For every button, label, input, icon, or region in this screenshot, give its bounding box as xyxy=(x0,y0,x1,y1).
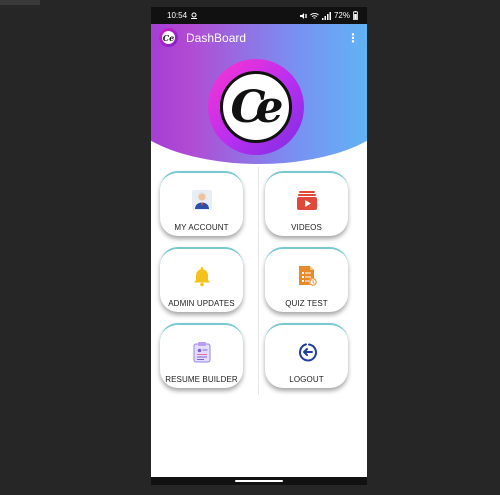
carrier-icon xyxy=(191,12,198,19)
admin-updates-button[interactable]: ADMIN UPDATES xyxy=(160,247,243,312)
system-nav-bar xyxy=(151,477,367,485)
home-indicator[interactable] xyxy=(235,480,283,482)
my-account-label: MY ACCOUNT xyxy=(174,223,229,232)
battery-icon xyxy=(353,11,358,20)
quiz-document-icon xyxy=(298,266,317,286)
battery-percent: 72% xyxy=(333,11,350,20)
app-bar: Ce DashBoard ⋮ xyxy=(151,24,367,51)
mute-icon xyxy=(299,12,307,19)
app-logo-small: Ce xyxy=(159,28,178,47)
user-account-icon xyxy=(191,190,212,210)
overflow-menu-icon[interactable]: ⋮ xyxy=(347,31,359,45)
phone-screen: 10:54 72% Ce DashBoard ⋮ Ce MY ACCOUNT V… xyxy=(151,7,367,485)
bell-icon xyxy=(193,267,210,287)
logout-label: LOGOUT xyxy=(289,375,324,384)
app-logo-small-text: Ce xyxy=(162,31,175,44)
resume-builder-label: RESUME BUILDER xyxy=(165,375,238,384)
logout-icon xyxy=(298,343,317,362)
signal-icon xyxy=(321,11,331,20)
grid-divider xyxy=(258,167,259,395)
logout-button[interactable]: LOGOUT xyxy=(265,323,348,388)
wifi-icon xyxy=(310,12,319,19)
app-logo-large: Ce xyxy=(208,59,304,155)
videos-button[interactable]: VIDEOS xyxy=(265,171,348,236)
background-chip xyxy=(0,0,40,5)
videos-label: VIDEOS xyxy=(291,223,322,232)
status-time: 10:54 xyxy=(167,11,188,20)
resume-builder-button[interactable]: RESUME BUILDER xyxy=(160,323,243,388)
app-logo-ring: Ce xyxy=(220,71,292,143)
clipboard-resume-icon xyxy=(193,342,210,363)
app-logo-large-text: Ce xyxy=(230,81,283,133)
status-bar: 10:54 72% xyxy=(151,7,367,24)
quiz-test-label: QUIZ TEST xyxy=(285,299,328,308)
page-title: DashBoard xyxy=(186,30,247,45)
my-account-button[interactable]: MY ACCOUNT xyxy=(160,171,243,236)
admin-updates-label: ADMIN UPDATES xyxy=(168,299,235,308)
video-playlist-icon xyxy=(296,191,317,210)
quiz-test-button[interactable]: QUIZ TEST xyxy=(265,247,348,312)
